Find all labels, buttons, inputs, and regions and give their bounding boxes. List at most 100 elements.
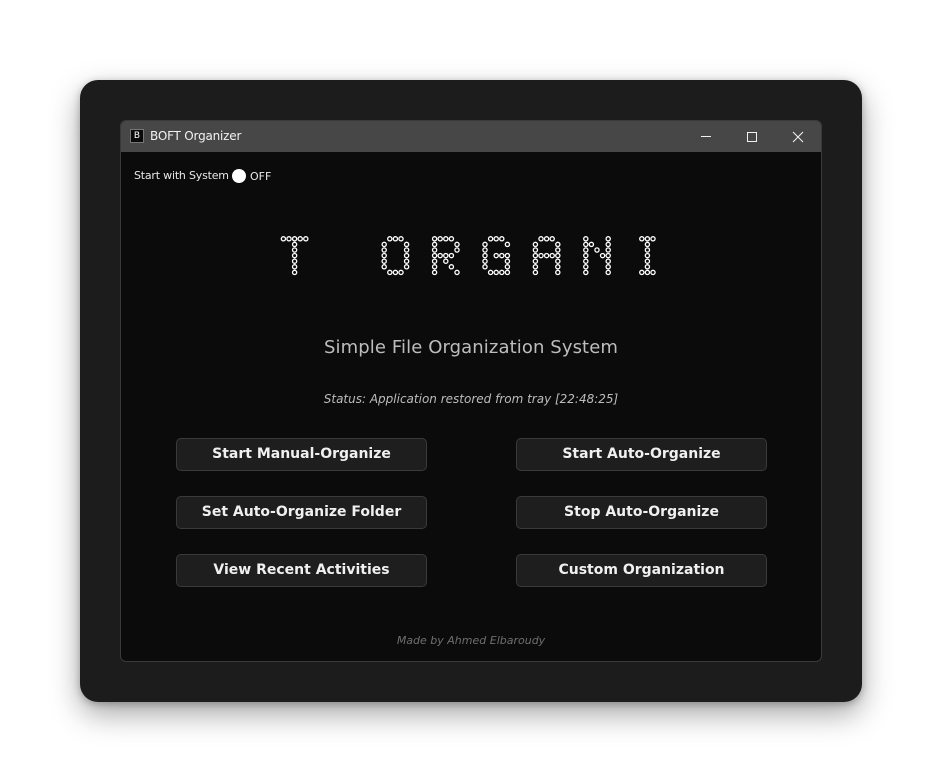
logo-dot (605, 247, 611, 253)
logo-dot (291, 269, 298, 276)
logo-dot (532, 241, 539, 248)
logo-dot (650, 269, 656, 276)
logo-dot (583, 247, 589, 253)
logo-dot (291, 258, 298, 264)
logo-dot (583, 241, 589, 248)
logo-dot (381, 264, 387, 270)
logo-dot (448, 252, 455, 259)
logo-dot (650, 236, 656, 242)
logo-dot (403, 264, 410, 270)
logo-dot (605, 236, 611, 242)
logo-dot (431, 252, 438, 259)
logo-dot (280, 236, 287, 242)
logo-dot (381, 258, 387, 264)
logo-dot (644, 236, 651, 242)
logo-dot (605, 252, 611, 259)
logo-dot (303, 236, 309, 242)
logo-dot (644, 241, 651, 248)
close-button[interactable] (775, 121, 821, 152)
start-manual-organize-button[interactable]: Start Manual-Organize (176, 438, 427, 471)
logo-dot (431, 258, 438, 264)
toggle-knob (232, 169, 246, 183)
window-title: BOFT Organizer (150, 129, 242, 143)
custom-organization-button[interactable]: Custom Organization (516, 554, 767, 587)
logo-dot (583, 264, 589, 270)
logo-dot (487, 236, 494, 242)
logo-dot (291, 241, 298, 248)
logo-dot (532, 264, 539, 270)
logo-dot (605, 241, 611, 248)
stop-auto-organize-button[interactable]: Stop Auto-Organize (516, 496, 767, 529)
logo-dot (403, 241, 410, 248)
logo-dot (482, 252, 488, 259)
logo-dot (555, 252, 561, 259)
logo-dot (594, 247, 600, 253)
logo-dot (605, 269, 611, 276)
logo-dot (532, 258, 539, 264)
logo-dot (403, 258, 410, 264)
logo-dot (291, 236, 298, 242)
logo-dot (448, 236, 455, 242)
logo-dot (291, 247, 298, 253)
logo-dot (583, 258, 589, 264)
title-bar[interactable]: B BOFT Organizer (121, 121, 821, 152)
logo-dot (443, 252, 449, 259)
logo-dot (454, 241, 460, 248)
logo-dot (437, 252, 443, 259)
logo-dot (605, 264, 611, 270)
logo-dot (286, 236, 292, 242)
status-text: Status: Application restored from tray [… (323, 392, 619, 406)
logo-dot (538, 236, 544, 242)
logo-dot (297, 236, 303, 242)
logo-dot (448, 264, 455, 270)
toggle-state-label: OFF (250, 170, 272, 183)
logo-dot (482, 247, 488, 253)
logo-dot (482, 258, 488, 264)
logo-dot (403, 247, 410, 253)
maximize-icon (747, 132, 757, 142)
footer-credit: Made by Ahmed Elbaroudy (396, 634, 546, 647)
logo-dot (588, 241, 595, 248)
logo-dot (538, 252, 544, 259)
logo-dot (392, 269, 399, 276)
start-auto-organize-button[interactable]: Start Auto-Organize (516, 438, 767, 471)
logo-dot (583, 236, 589, 242)
start-with-system-label: Start with System (134, 169, 229, 182)
logo-dot (555, 241, 561, 248)
logo-dot (454, 269, 460, 276)
logo-dot (532, 252, 539, 259)
app-logo-icon: B (130, 129, 144, 143)
logo-dot (443, 258, 449, 264)
logo-dot (387, 236, 393, 242)
logo-dot (398, 236, 404, 242)
logo-dot (454, 247, 460, 253)
set-auto-organize-folder-button[interactable]: Set Auto-Organize Folder (176, 496, 427, 529)
close-icon (792, 131, 804, 143)
logo-dot (504, 241, 511, 248)
logo-dot (398, 269, 404, 276)
logo-dot (644, 269, 651, 276)
logo-dot (644, 264, 651, 270)
minimize-button[interactable] (683, 121, 729, 152)
logo-dot (644, 258, 651, 264)
logo-dot (639, 236, 645, 242)
logo-dot (583, 269, 589, 276)
app-subtitle: Simple File Organization System (323, 337, 619, 358)
logo-dot (583, 252, 589, 259)
start-with-system-toggle[interactable]: OFF (232, 169, 276, 185)
logo-dot (532, 269, 539, 276)
logo-dot (504, 258, 511, 264)
logo-dot (499, 236, 505, 242)
view-recent-activities-button[interactable]: View Recent Activities (176, 554, 427, 587)
logo-dot (431, 264, 438, 270)
logo-dot (431, 241, 438, 248)
logo-dot (487, 269, 494, 276)
logo-dot (437, 236, 443, 242)
logo-dot (555, 247, 561, 253)
logo-dot (555, 269, 561, 276)
logo-dot (431, 236, 438, 242)
logo-dot (555, 264, 561, 270)
logo-dot (392, 236, 399, 242)
maximize-button[interactable] (729, 121, 775, 152)
logo-dot (431, 247, 438, 253)
